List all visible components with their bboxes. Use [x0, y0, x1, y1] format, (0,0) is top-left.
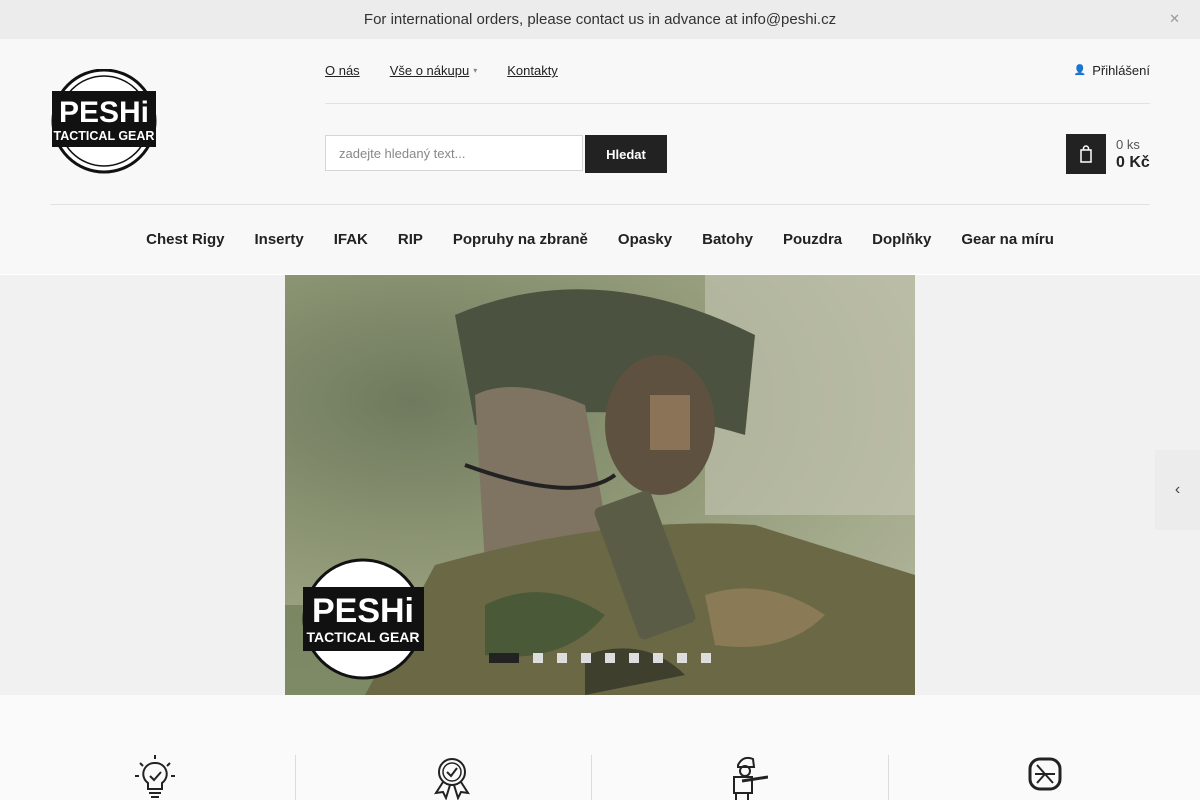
search-button[interactable]: Hledat: [585, 135, 667, 173]
features-strip: [0, 695, 1200, 800]
announcement-text: For international orders, please contact…: [363, 11, 837, 28]
user-icon: 👤: [1073, 65, 1087, 76]
feature-divider: [295, 755, 296, 800]
award-badge-icon: [433, 758, 471, 800]
slider-dot[interactable]: [653, 653, 663, 663]
shield-logo-icon: [1028, 757, 1062, 791]
slider-pagination: [489, 653, 711, 663]
close-icon[interactable]: ✕: [1169, 11, 1180, 27]
nav-item-chest-rigy[interactable]: Chest Rigy: [146, 231, 224, 248]
feature-divider: [591, 755, 592, 800]
cart-price: 0 Kč: [1116, 154, 1150, 171]
nav-item-batohy[interactable]: Batohy: [702, 231, 753, 248]
slider-dot[interactable]: [533, 653, 543, 663]
announcement-bar: For international orders, please contact…: [0, 0, 1200, 39]
search-placeholder: zadejte hledaný text...: [339, 145, 466, 161]
slider-dot[interactable]: [605, 653, 615, 663]
hero-slider[interactable]: PESHi TACTICAL GEAR: [285, 275, 915, 695]
link-o-nas[interactable]: O nás: [325, 63, 360, 78]
slider-dot[interactable]: [677, 653, 687, 663]
header-divider: [325, 103, 1150, 104]
site-logo[interactable]: PESHi TACTICAL GEAR: [50, 69, 158, 174]
banner-logo: PESHi TACTICAL GEAR: [302, 558, 424, 680]
lightbulb-icon: [135, 755, 175, 798]
slider-dot[interactable]: [581, 653, 591, 663]
site-header: PESHi TACTICAL GEAR O nás Vše o nákupu ▾…: [0, 39, 1200, 274]
nav-item-inserty[interactable]: Inserty: [254, 231, 303, 248]
link-vse-o-nakupu[interactable]: Vše o nákupu: [390, 63, 470, 78]
banner-logo-line1: PESHi: [312, 592, 414, 630]
nav-item-doplnky[interactable]: Doplňky: [872, 231, 931, 248]
soldier-icon: [733, 756, 768, 800]
slider-dot[interactable]: [557, 653, 567, 663]
feature-divider: [888, 755, 889, 800]
slider-dot[interactable]: [701, 653, 711, 663]
nav-item-gear-na-miru[interactable]: Gear na míru: [961, 231, 1054, 248]
search-input[interactable]: zadejte hledaný text...: [325, 135, 583, 171]
link-kontakty[interactable]: Kontakty: [507, 63, 558, 78]
main-nav: Chest Rigy Inserty IFAK RIP Popruhy na z…: [0, 205, 1200, 274]
cart-icon: [1080, 145, 1092, 163]
banner-logo-line2: TACTICAL GEAR: [306, 629, 419, 645]
nav-item-popruhy[interactable]: Popruhy na zbraně: [453, 231, 588, 248]
logo-line2: TACTICAL GEAR: [54, 129, 155, 143]
cart-button[interactable]: [1066, 134, 1106, 174]
banner-image: PESHi TACTICAL GEAR: [285, 275, 915, 695]
nav-item-pouzdra[interactable]: Pouzdra: [783, 231, 842, 248]
chevron-left-icon[interactable]: ‹: [1155, 450, 1200, 530]
top-links: O nás Vše o nákupu ▾ Kontakty: [325, 63, 558, 78]
slider-dot[interactable]: [489, 653, 519, 663]
nav-item-ifak[interactable]: IFAK: [334, 231, 368, 248]
nav-item-rip[interactable]: RIP: [398, 231, 423, 248]
login-link[interactable]: 👤 Přihlášení: [1074, 63, 1150, 78]
login-label: Přihlášení: [1092, 63, 1150, 78]
slider-dot[interactable]: [629, 653, 639, 663]
cart-quantity: 0 ks: [1116, 137, 1140, 152]
logo-line1: PESHi: [59, 96, 149, 129]
cart-summary[interactable]: 0 ks 0 Kč: [1116, 137, 1150, 172]
chevron-down-icon: ▾: [473, 66, 478, 75]
nav-item-opasky[interactable]: Opasky: [618, 231, 672, 248]
